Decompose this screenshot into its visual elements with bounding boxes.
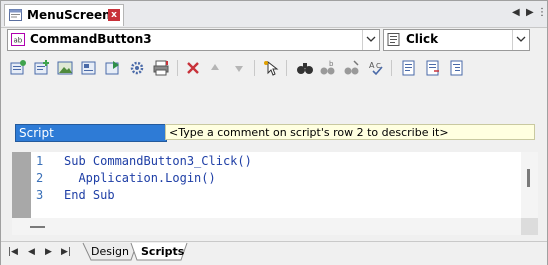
export-icon[interactable] <box>104 59 122 77</box>
tab-scripts[interactable]: Scripts <box>141 243 184 260</box>
toolbar-separator <box>254 60 255 76</box>
object-selector[interactable]: ab CommandButton3 <box>7 29 380 51</box>
picture-icon[interactable] <box>56 59 74 77</box>
scrollbar-thumb[interactable] <box>30 226 45 228</box>
svg-text:ab: ab <box>14 37 23 45</box>
script-name-field[interactable]: Script <box>15 124 167 142</box>
chevron-down-icon[interactable] <box>512 30 529 50</box>
event-list-icon <box>387 33 400 46</box>
settings-icon[interactable] <box>128 59 146 77</box>
vertical-scrollbar[interactable] <box>521 152 538 218</box>
scroll-left-icon[interactable]: ◀ <box>512 7 520 18</box>
document-tab[interactable]: MenuScreen x <box>4 4 124 26</box>
line-number: 1 <box>36 154 44 168</box>
scroll-right-icon[interactable]: ▶ <box>526 7 534 18</box>
previous-tab-icon[interactable]: ◀ <box>28 247 35 257</box>
screen-icon <box>9 9 22 21</box>
document-tab-label: MenuScreen <box>27 8 111 22</box>
svg-text:A: A <box>369 61 375 70</box>
line-number: 2 <box>36 171 44 185</box>
scrollbar-thumb[interactable] <box>527 169 530 187</box>
sheet-tab-bar: |◀ ◀ ▶ ▶| Design Scripts <box>1 241 547 265</box>
insert-icon[interactable] <box>9 59 27 77</box>
script-editor-window: MenuScreen x ◀ ▶ ⋮ ab CommandButton3 Cli… <box>0 0 548 265</box>
close-icon[interactable]: x <box>108 9 120 21</box>
print-icon[interactable] <box>152 59 170 77</box>
last-tab-icon[interactable]: ▶| <box>61 247 71 257</box>
find-icon[interactable] <box>296 59 314 77</box>
editor-gutter <box>12 152 31 218</box>
add-script-icon[interactable] <box>33 59 51 77</box>
horizontal-scrollbar[interactable] <box>12 218 521 235</box>
toolbar-separator <box>391 60 392 76</box>
button-object-icon: ab <box>11 33 25 46</box>
toolbar: b AC <box>1 56 547 80</box>
toolbar-separator <box>177 60 178 76</box>
code-line[interactable]: End Sub <box>64 188 115 202</box>
format-icon[interactable] <box>448 59 466 77</box>
line-numbers: 1 2 3 <box>32 152 46 218</box>
event-selector-value: Click <box>406 32 439 46</box>
move-down-icon[interactable] <box>230 59 248 77</box>
code-editor[interactable]: 1 2 3 Sub CommandButton3_Click() Applica… <box>12 152 538 218</box>
menu-icon[interactable]: ⋮ <box>537 7 547 18</box>
svg-text:b: b <box>329 60 334 68</box>
next-tab-icon[interactable]: ▶ <box>45 247 52 257</box>
first-tab-icon[interactable]: |◀ <box>8 247 18 257</box>
document-tab-bar: MenuScreen x ◀ ▶ ⋮ <box>1 1 547 28</box>
comment-icon[interactable] <box>400 59 418 77</box>
script-comment-field[interactable]: <Type a comment on script's row 2 to des… <box>165 124 535 140</box>
code-line[interactable]: Sub CommandButton3_Click() <box>64 154 252 168</box>
replace-all-icon[interactable] <box>343 59 361 77</box>
cursor-icon[interactable] <box>262 59 280 77</box>
script-header: Script <Type a comment on script's row 2… <box>15 124 536 142</box>
replace-icon[interactable]: b <box>319 59 337 77</box>
tab-design[interactable]: Design <box>91 243 129 260</box>
chevron-down-icon[interactable] <box>362 30 379 50</box>
object-icon[interactable] <box>80 59 98 77</box>
scrollbar-corner <box>521 218 538 235</box>
uncomment-icon[interactable] <box>424 59 442 77</box>
spell-check-icon[interactable]: AC <box>367 59 385 77</box>
object-selector-value: CommandButton3 <box>30 32 152 46</box>
move-up-icon[interactable] <box>206 59 224 77</box>
delete-icon[interactable] <box>184 59 202 77</box>
code-line[interactable]: Application.Login() <box>64 171 215 185</box>
event-selector[interactable]: Click <box>383 29 530 51</box>
toolbar-separator <box>286 60 287 76</box>
line-number: 3 <box>36 188 44 202</box>
